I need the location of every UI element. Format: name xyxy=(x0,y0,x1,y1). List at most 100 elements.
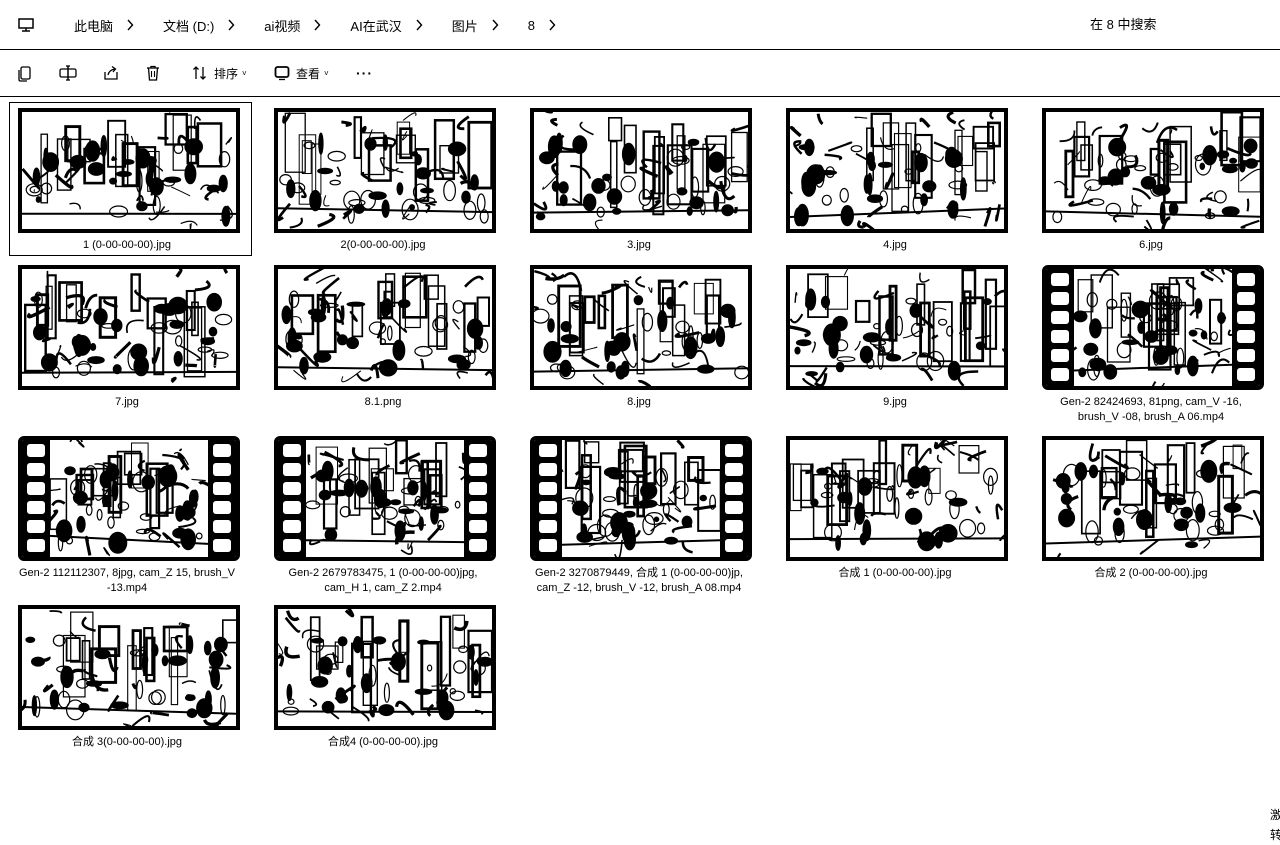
image-thumbnail[interactable] xyxy=(18,108,240,233)
search-input[interactable]: 在 8 中搜索 xyxy=(1090,0,1156,50)
video-file-item[interactable]: Gen-2 82424693, 81png, cam_V -16, brush_V… xyxy=(1024,255,1278,423)
thumbnail-image xyxy=(1063,269,1251,386)
film-strip-icon xyxy=(278,440,306,557)
image-thumbnail[interactable] xyxy=(274,265,496,390)
thumbnail-image xyxy=(790,269,1004,386)
chevron-down-icon: ˅ xyxy=(324,68,329,78)
sort-button[interactable]: 排序 ˅ xyxy=(192,62,247,84)
video-thumbnail[interactable] xyxy=(274,436,496,561)
thumbnail-image xyxy=(557,440,722,557)
film-strip-icon xyxy=(208,440,236,557)
file-name-line: Gen-2 2679783475, 1 (0-00-00-00)jpg, xyxy=(288,567,478,579)
chevron-right-icon[interactable] xyxy=(539,18,565,32)
file-name-line: Gen-2 3270879449, 合成 1 (0-00-00-00)jp, xyxy=(535,567,743,579)
image-file-item[interactable]: 9.jpg xyxy=(768,255,1022,415)
image-file-item[interactable]: 合成 1 (0-00-00-00).jpg xyxy=(768,426,1022,586)
image-thumbnail[interactable] xyxy=(786,108,1008,233)
chevron-down-icon: ˅ xyxy=(242,68,247,78)
file-name-label: 合成4 (0-00-00-00).jpg xyxy=(327,736,439,748)
command-bar: 排序 ˅ 查看 ˅ ··· xyxy=(0,50,1280,97)
video-thumbnail[interactable] xyxy=(530,436,752,561)
this-pc-icon[interactable] xyxy=(18,18,34,32)
image-thumbnail[interactable] xyxy=(786,265,1008,390)
image-file-item[interactable]: 1 (0-00-00-00).jpg xyxy=(0,98,254,258)
thumbnail-image xyxy=(305,440,468,555)
thumbnail-image xyxy=(534,270,748,386)
video-thumbnail[interactable] xyxy=(18,436,240,561)
chevron-right-icon[interactable] xyxy=(304,18,330,32)
image-thumbnail[interactable] xyxy=(786,436,1008,561)
image-file-item[interactable]: 合成4 (0-00-00-00).jpg xyxy=(256,595,510,755)
chevron-right-icon[interactable] xyxy=(406,18,432,32)
video-file-item[interactable]: Gen-2 112112307, 8jpg, cam_Z 15, brush_V… xyxy=(0,426,254,594)
file-name-line: Gen-2 82424693, 81png, cam_V -16, xyxy=(1060,396,1242,408)
thumbnail-image xyxy=(278,609,492,722)
video-thumbnail[interactable] xyxy=(1042,265,1264,390)
sort-icon xyxy=(193,66,206,80)
breadcrumb-item[interactable]: 文档 (D:) xyxy=(143,16,244,35)
chevron-right-icon[interactable] xyxy=(218,18,244,32)
breadcrumb-label: 此电脑 xyxy=(74,18,114,34)
file-name-label: 合成 3(0-00-00-00).jpg xyxy=(71,736,183,748)
sort-label: 排序 xyxy=(214,66,239,81)
image-thumbnail[interactable] xyxy=(274,605,496,730)
chevron-right-icon[interactable] xyxy=(117,18,143,32)
thumbnail-image xyxy=(790,112,1004,229)
file-name-label: 9.jpg xyxy=(883,396,907,408)
image-thumbnail[interactable] xyxy=(274,108,496,233)
address-bar: 此电脑 文档 (D:) ai视频 AI在武汉 图片 8 在 8 中搜索 xyxy=(0,0,1280,50)
thumbnail-image xyxy=(278,269,492,383)
share-button[interactable] xyxy=(102,62,120,84)
rename-icon xyxy=(59,65,77,81)
file-name-label: 合成 1 (0-00-00-00).jpg xyxy=(838,567,952,579)
file-name-label: Gen-2 112112307, 8jpg, cam_Z 15, brush_V… xyxy=(0,566,254,596)
share-icon xyxy=(104,65,118,80)
file-name-line: brush_V -08, brush_A 06.mp4 xyxy=(1077,411,1225,423)
delete-button[interactable] xyxy=(144,62,162,84)
film-strip-icon xyxy=(1232,269,1260,386)
image-thumbnail[interactable] xyxy=(1042,436,1264,561)
copy-icon xyxy=(18,66,31,82)
file-name-label: 4.jpg xyxy=(883,239,907,251)
breadcrumb-item[interactable]: 此电脑 xyxy=(54,16,143,35)
image-file-item[interactable]: 7.jpg xyxy=(0,255,254,415)
trash-icon xyxy=(147,65,159,81)
image-file-item[interactable]: 8.1.png xyxy=(256,255,510,415)
file-name-label: 7.jpg xyxy=(115,396,139,408)
chevron-right-icon[interactable] xyxy=(482,18,508,32)
breadcrumb-item[interactable]: 8 xyxy=(508,18,565,33)
image-thumbnail[interactable] xyxy=(18,265,240,390)
video-file-item[interactable]: Gen-2 3270879449, 合成 1 (0-00-00-00)jp, ca… xyxy=(512,426,766,594)
image-file-item[interactable]: 4.jpg xyxy=(768,98,1022,258)
breadcrumb-item[interactable]: AI在武汉 xyxy=(330,16,431,35)
breadcrumb-item[interactable]: 图片 xyxy=(432,16,508,35)
thumbnail-image xyxy=(790,440,1004,552)
image-thumbnail[interactable] xyxy=(530,265,752,390)
image-file-item[interactable]: 8.jpg xyxy=(512,255,766,415)
image-file-item[interactable]: 合成 2 (0-00-00-00).jpg xyxy=(1024,426,1278,586)
thumbnail-image xyxy=(22,610,236,726)
image-file-item[interactable]: 6.jpg xyxy=(1024,98,1278,258)
copy-button[interactable] xyxy=(16,62,34,84)
file-name-label: Gen-2 82424693, 81png, cam_V -16, brush_V… xyxy=(1024,395,1278,425)
image-file-item[interactable]: 3.jpg xyxy=(512,98,766,258)
image-thumbnail[interactable] xyxy=(1042,108,1264,233)
image-file-item[interactable]: 2(0-00-00-00).jpg xyxy=(256,98,510,258)
side-text: 激 转 xyxy=(1270,808,1280,842)
image-thumbnail[interactable] xyxy=(18,605,240,730)
rename-button[interactable] xyxy=(58,62,78,84)
file-name-label: 6.jpg xyxy=(1139,239,1163,251)
image-thumbnail[interactable] xyxy=(530,108,752,233)
thumbnail-image xyxy=(1046,112,1260,229)
breadcrumb: 此电脑 文档 (D:) ai视频 AI在武汉 图片 8 xyxy=(54,0,565,50)
breadcrumb-item[interactable]: ai视频 xyxy=(244,16,330,35)
more-icon: ··· xyxy=(356,65,373,81)
image-file-item[interactable]: 合成 3(0-00-00-00).jpg xyxy=(0,595,254,755)
video-file-item[interactable]: Gen-2 2679783475, 1 (0-00-00-00)jpg, cam_… xyxy=(256,426,510,594)
more-options-button[interactable]: ··· xyxy=(356,62,373,84)
file-name-label: 2(0-00-00-00).jpg xyxy=(340,239,426,251)
thumbnail-image xyxy=(48,440,218,557)
film-strip-icon xyxy=(22,440,50,557)
thumbnail-image xyxy=(278,112,492,229)
view-button[interactable]: 查看 ˅ xyxy=(274,62,329,84)
